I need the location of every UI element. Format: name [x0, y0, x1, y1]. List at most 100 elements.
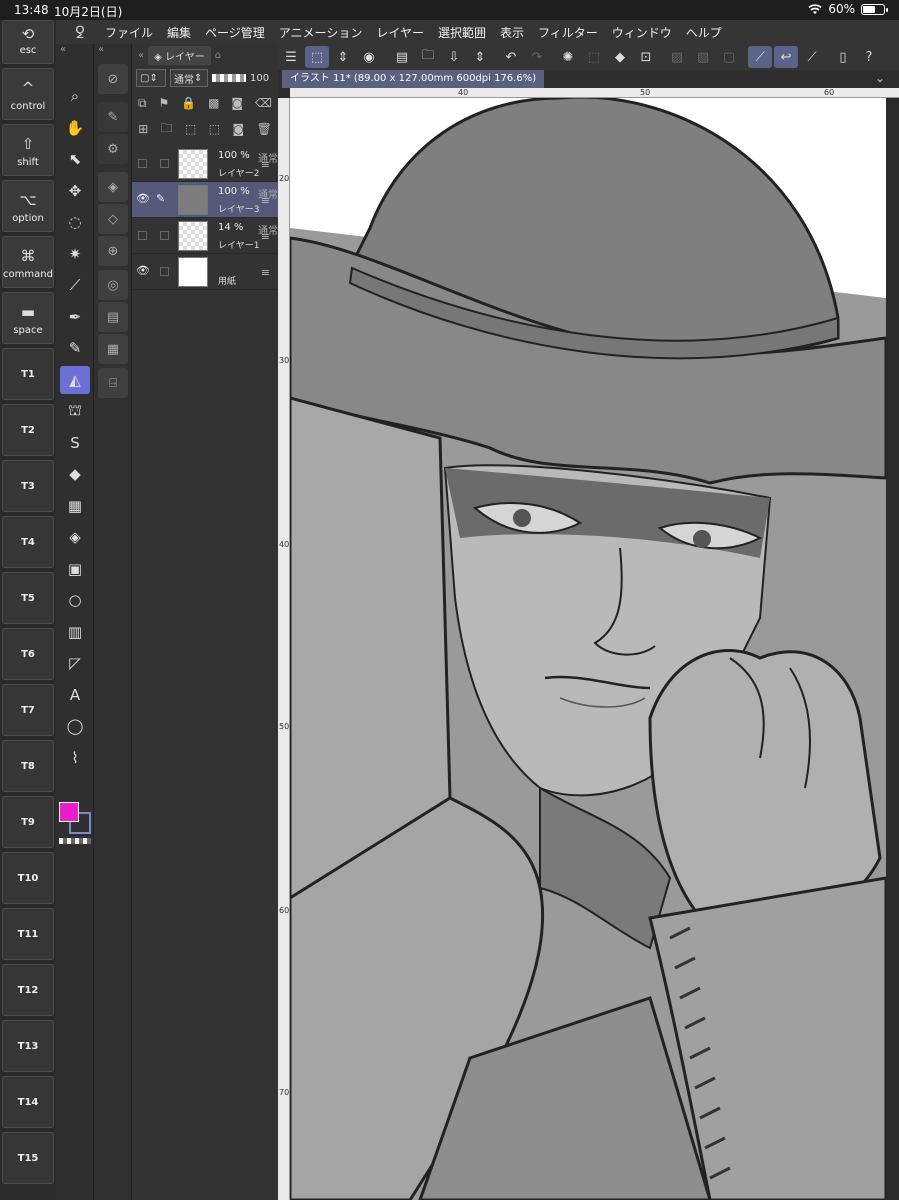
snap-grid-icon[interactable]: ⟋ [800, 46, 824, 68]
layer-mask-icon[interactable]: ◙ [233, 122, 245, 136]
ruler-icon[interactable]: ◸ [60, 649, 90, 677]
layer-property-icon[interactable]: ⊕ [98, 236, 128, 266]
fill-icon[interactable]: ◈ [60, 523, 90, 551]
navigator-icon[interactable]: ⊘ [98, 64, 128, 94]
merge-down-icon[interactable]: ⬚ [209, 122, 220, 136]
clip-icon[interactable]: ⧉ [138, 96, 147, 111]
color-wheel-icon[interactable]: ◎ [98, 270, 128, 300]
material-icon[interactable]: ▦ [98, 334, 128, 364]
pencil-icon[interactable]: ✎ [60, 334, 90, 362]
show-selection-icon[interactable]: ▢ [717, 46, 741, 68]
pen-icon[interactable]: ✒ [60, 303, 90, 331]
mask-enable-icon[interactable]: ◙ [231, 96, 243, 110]
opacity-value[interactable]: 100 [250, 73, 269, 84]
blend-mode-select[interactable]: 通常 ⇕ [170, 69, 208, 87]
layer-row[interactable]: 100 % 通常 レイヤー2 ≡ [132, 146, 278, 182]
shortcut-key-t8[interactable]: T8 [2, 740, 54, 792]
redo-icon[interactable]: ↷ [525, 46, 549, 68]
snap-ruler-icon[interactable]: ⟋ [748, 46, 772, 68]
zoom-icon[interactable]: ⌕ [60, 82, 90, 110]
quick-access-icon[interactable]: ⬚ [305, 46, 329, 68]
new-document-icon[interactable]: ▤ [390, 46, 414, 68]
correction-icon[interactable]: ⌇ [60, 744, 90, 772]
edit-target-icon[interactable]: ✎ [156, 192, 165, 205]
trash-icon[interactable]: 🗑 [257, 122, 272, 136]
eyedropper-icon[interactable]: ⟋ [60, 271, 90, 299]
menu-help[interactable]: ヘルプ [679, 24, 729, 41]
menu-selection[interactable]: 選択範囲 [431, 24, 493, 41]
lock-checkbox[interactable] [160, 159, 169, 168]
up-down-arrows-2-icon[interactable]: ⇕ [468, 46, 492, 68]
snap-special-ruler-icon[interactable]: ↩ [774, 46, 798, 68]
layer-row[interactable]: 👁 ✎ 100 % 通常 レイヤー3 ≡ [132, 182, 278, 218]
option-key[interactable]: ⌥ option [2, 180, 54, 232]
eraser-icon[interactable]: ◆ [60, 460, 90, 488]
clip-studio-icon[interactable]: ◉ [357, 46, 381, 68]
invert-selection-icon[interactable]: ▧ [691, 46, 715, 68]
blend-icon[interactable]: ▦ [60, 492, 90, 520]
shortcut-key-t13[interactable]: T13 [2, 1020, 54, 1072]
shortcut-key-t2[interactable]: T2 [2, 404, 54, 456]
drawing-canvas[interactable] [290, 98, 886, 1200]
tool-palette-collapse[interactable]: « [56, 44, 93, 58]
visibility-checkbox[interactable] [138, 231, 147, 240]
chevron-down-icon[interactable]: ⌄ [875, 71, 885, 85]
menu-file[interactable]: ファイル [98, 24, 160, 41]
layer-menu-icon[interactable]: ≡ [261, 194, 270, 207]
shortcut-key-t11[interactable]: T11 [2, 908, 54, 960]
brush-icon[interactable]: ◭ [60, 365, 90, 394]
eye-icon[interactable]: 👁 [136, 192, 150, 205]
open-folder-icon[interactable]: 🗀 [416, 46, 440, 68]
menu-page[interactable]: ページ管理 [198, 24, 272, 41]
shortcut-key-t10[interactable]: T10 [2, 852, 54, 904]
timeline-icon[interactable]: ▤ [98, 302, 128, 332]
menu-view[interactable]: 表示 [493, 24, 531, 41]
shortcut-key-t7[interactable]: T7 [2, 684, 54, 736]
undo-icon[interactable]: ↶ [499, 46, 523, 68]
shift-key[interactable]: ⇧ shift [2, 124, 54, 176]
transparent-color-swatch[interactable] [59, 838, 91, 844]
panel-collapse-icon[interactable]: « [138, 50, 144, 61]
lock-checkbox[interactable] [160, 231, 169, 240]
menu-window[interactable]: ウィンドウ [605, 24, 679, 41]
magic-wand-icon[interactable]: ✷ [60, 240, 90, 268]
control-key[interactable]: ^ control [2, 68, 54, 120]
help-icon[interactable]: ? [857, 46, 881, 68]
frame-icon[interactable]: ▥ [60, 618, 90, 646]
lock-checkbox[interactable] [160, 267, 169, 276]
clear-icon[interactable]: ⬚ [582, 46, 606, 68]
document-tab[interactable]: イラスト 11* (89.00 x 127.00mm 600dpi 176.6%… [282, 70, 545, 88]
space-key[interactable]: ▬ space [2, 292, 54, 344]
clip-studio-logo-icon[interactable]: ꝿ [62, 21, 98, 43]
shortcut-key-t9[interactable]: T9 [2, 796, 54, 848]
figure-icon[interactable]: ○ [60, 586, 90, 614]
layer-color-select[interactable]: ▢⇕ [136, 69, 166, 87]
shortcut-key-t1[interactable]: T1 [2, 348, 54, 400]
balloon-icon[interactable]: ◯ [60, 712, 90, 740]
brush-size-icon[interactable]: ◈ [98, 172, 128, 202]
main-color-swatch[interactable] [59, 802, 79, 822]
hand-icon[interactable]: ✋ [60, 114, 90, 142]
shortcut-key-t6[interactable]: T6 [2, 628, 54, 680]
visibility-checkbox[interactable] [138, 159, 147, 168]
shortcut-key-t15[interactable]: T15 [2, 1132, 54, 1184]
opacity-slider[interactable] [212, 74, 246, 82]
gradient-icon[interactable]: ▣ [60, 555, 90, 583]
up-down-arrows-icon[interactable]: ⇕ [331, 46, 355, 68]
layer-panel-icon[interactable]: ◇ [98, 204, 128, 234]
object-icon[interactable]: ⬉ [60, 145, 90, 173]
move-icon[interactable]: ✥ [60, 177, 90, 205]
reference-icon[interactable]: ⚑ [159, 96, 170, 110]
text-icon[interactable]: A [60, 681, 90, 709]
tool-property-icon[interactable]: ⚙ [98, 134, 128, 164]
menu-animation[interactable]: アニメーション [272, 24, 370, 41]
esc-key[interactable]: ⟲ esc [2, 20, 54, 64]
layer-row[interactable]: 👁 用紙 ≡ [132, 254, 278, 290]
save-icon[interactable]: ⇩ [442, 46, 466, 68]
eye-icon[interactable]: 👁 [136, 264, 150, 277]
fill-bucket-icon[interactable]: ◆ [608, 46, 632, 68]
command-key[interactable]: ⌘ command [2, 236, 54, 288]
device-icon[interactable]: ▯ [831, 46, 855, 68]
shortcut-key-t5[interactable]: T5 [2, 572, 54, 624]
shortcut-key-t14[interactable]: T14 [2, 1076, 54, 1128]
